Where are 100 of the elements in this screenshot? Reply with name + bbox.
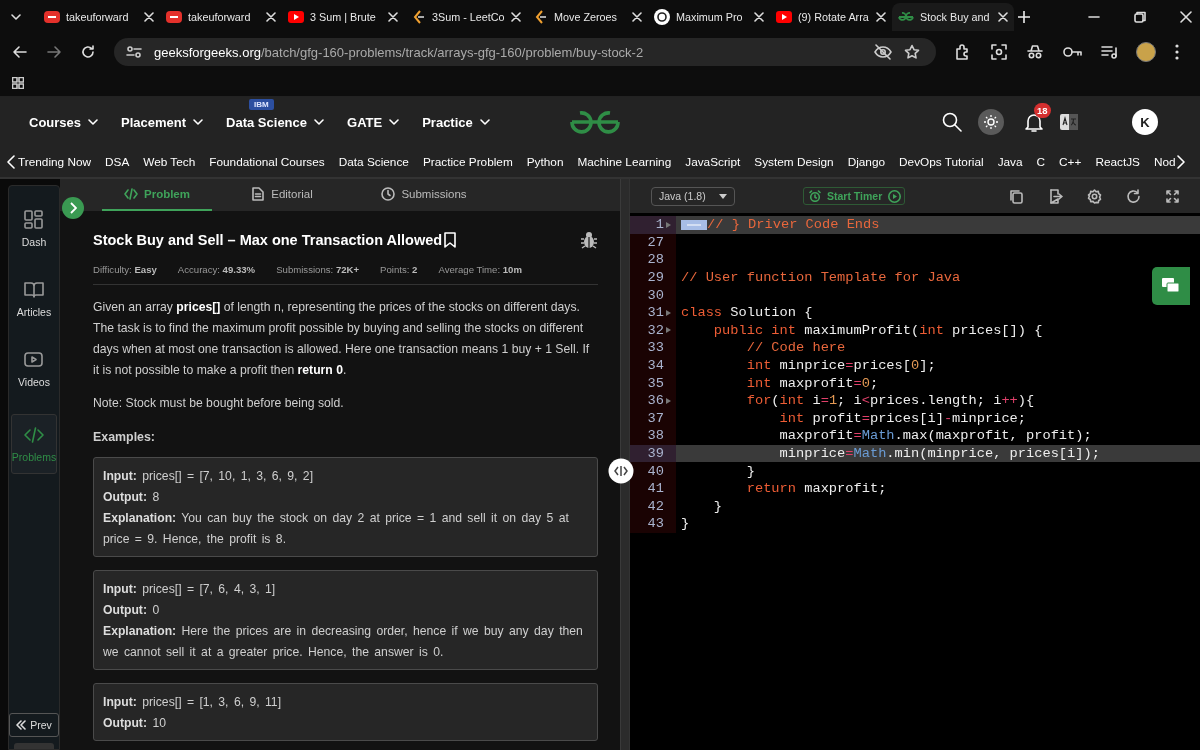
theme-toggle-icon[interactable]: [978, 109, 1004, 135]
browser-tab[interactable]: Maximum Pro: [648, 3, 770, 31]
code-line: class Solution {: [681, 305, 813, 321]
category-link[interactable]: ReactJS: [1095, 155, 1140, 169]
fold-arrow-icon[interactable]: [666, 397, 671, 404]
problem-tab[interactable]: Problem: [102, 179, 212, 211]
profile-avatar[interactable]: [1136, 42, 1156, 62]
code-line: // Code here: [745, 340, 846, 356]
sidebar-item[interactable]: Articles: [11, 274, 57, 324]
category-link[interactable]: Web Tech: [143, 155, 196, 169]
problem-tab[interactable]: Submissions: [352, 179, 496, 211]
browser-tab[interactable]: (9) Rotate Arra: [770, 3, 892, 31]
close-icon[interactable]: [144, 12, 154, 22]
browser-tab[interactable]: Move Zeroes: [526, 3, 648, 31]
chat-icon: [1162, 278, 1180, 294]
menu-icon[interactable]: [1174, 43, 1180, 61]
category-link[interactable]: Java: [997, 155, 1023, 169]
spy-icon[interactable]: [1026, 43, 1044, 61]
browser-tab[interactable]: Stock Buy and: [892, 3, 1014, 31]
feedback-button[interactable]: [1152, 267, 1190, 305]
sidebar-item[interactable]: Dash: [11, 204, 57, 254]
category-link[interactable]: C++: [1059, 155, 1082, 169]
nav-menu[interactable]: Practice: [422, 114, 491, 130]
nav-menu[interactable]: Placement: [121, 114, 205, 130]
apps-grid-icon[interactable]: [12, 77, 24, 89]
category-link[interactable]: Data Science: [338, 155, 409, 169]
address-field[interactable]: geeksforgeeks.org/batch/gfg-160-problems/track/arrays-gfg-160/problem/buy-stock-2: [114, 38, 936, 66]
sidebar-item[interactable]: Videos: [11, 344, 57, 394]
tab-list-icon[interactable]: [10, 11, 22, 23]
browser-tab[interactable]: takeuforward: [160, 3, 282, 31]
code-icon: [24, 425, 44, 445]
nav-menu[interactable]: Courses: [29, 114, 100, 130]
fullscreen-icon[interactable]: [1165, 188, 1180, 204]
video-play-icon: [776, 9, 792, 25]
description-text: Given an array prices[] of length n, representing the prices of the stocks on different days. The task is to find the maximum profit possible by buying and selling the stocks on different days when at most one transaction is allowed. Here one transaction means 1 buy + 1 Sell. If it is not possible to make a profit then return 0.: [93, 299, 591, 379]
bookmark-icon[interactable]: [444, 232, 457, 248]
folded-code-marker-icon[interactable]: [681, 218, 707, 231]
language-dropdown[interactable]: Java (1.8): [651, 186, 735, 206]
fold-arrow-icon[interactable]: [666, 327, 671, 334]
browser-tab[interactable]: takeuforward: [38, 3, 160, 31]
code-line: int minprice=prices[0];: [745, 358, 936, 374]
close-icon[interactable]: [266, 12, 276, 22]
category-link[interactable]: Nod: [1154, 155, 1176, 169]
bug-icon[interactable]: [580, 231, 598, 249]
category-link[interactable]: DevOps Tutorial: [899, 155, 984, 169]
close-icon[interactable]: [510, 12, 521, 22]
site-logo[interactable]: [569, 109, 621, 135]
nav-menu[interactable]: GATE: [347, 114, 401, 130]
prev-button[interactable]: Prev: [9, 713, 59, 737]
start-timer-button[interactable]: Start Timer: [803, 187, 906, 205]
line-number: 33: [647, 340, 664, 356]
document-icon: [251, 187, 266, 201]
settings-icon[interactable]: [1087, 188, 1102, 204]
scroll-right-icon[interactable]: [1175, 155, 1186, 169]
user-avatar[interactable]: K: [1132, 109, 1158, 135]
code-line: public int maximumProfit(int prices[]) {: [712, 322, 1043, 338]
close-icon[interactable]: [998, 12, 1008, 22]
sidebar-item[interactable]: Problems: [11, 414, 57, 474]
search-icon[interactable]: [942, 112, 962, 132]
category-link[interactable]: Practice Problem: [422, 155, 513, 169]
code-line: // User function Template for Java: [681, 270, 961, 286]
back-icon[interactable]: [12, 44, 28, 60]
reload-icon[interactable]: [80, 44, 96, 60]
category-link[interactable]: Django: [847, 155, 886, 169]
drag-handle-icon[interactable]: [608, 458, 634, 484]
close-icon[interactable]: [388, 12, 398, 22]
category-link[interactable]: Python: [526, 155, 564, 169]
fold-arrow-icon[interactable]: [666, 221, 671, 228]
problem-tab[interactable]: Editorial: [212, 179, 352, 211]
nav-menu[interactable]: Data Science: [226, 114, 325, 130]
code-line: for(int i=1; i<prices.length; i++){: [745, 393, 1035, 409]
line-number: 41: [647, 481, 664, 497]
category-link[interactable]: C: [1036, 155, 1046, 169]
line-number: 27: [647, 234, 664, 250]
reset-icon[interactable]: [1126, 188, 1141, 204]
close-icon[interactable]: [1180, 11, 1192, 23]
forward-icon[interactable]: [46, 44, 62, 60]
screenshot-icon[interactable]: [990, 43, 1008, 61]
scroll-left-icon[interactable]: [6, 155, 16, 169]
fold-arrow-icon[interactable]: [666, 309, 671, 316]
copy-icon[interactable]: [1009, 188, 1024, 204]
category-link[interactable]: Trending Now: [18, 155, 91, 169]
new-tab-icon[interactable]: [1018, 11, 1030, 23]
category-link[interactable]: JavaScript: [685, 155, 741, 169]
browser-tab[interactable]: 3 Sum | Brute: [282, 3, 404, 31]
notification-count: 18: [1034, 103, 1051, 118]
category-link[interactable]: System Design: [754, 155, 834, 169]
export-icon[interactable]: [1048, 188, 1063, 204]
close-icon[interactable]: [632, 12, 642, 22]
media-control-icon[interactable]: [1100, 43, 1118, 61]
category-link[interactable]: Machine Learning: [577, 155, 672, 169]
translate-icon[interactable]: [1060, 113, 1078, 131]
close-icon[interactable]: [876, 12, 886, 22]
eye-off-icon[interactable]: [874, 44, 892, 60]
restore-icon[interactable]: [1134, 11, 1146, 23]
category-link[interactable]: DSA: [105, 155, 130, 169]
close-icon[interactable]: [754, 12, 764, 22]
star-icon[interactable]: [904, 44, 920, 60]
category-link[interactable]: Foundational Courses: [209, 155, 325, 169]
browser-tab[interactable]: 3Sum - LeetCo: [404, 3, 526, 31]
